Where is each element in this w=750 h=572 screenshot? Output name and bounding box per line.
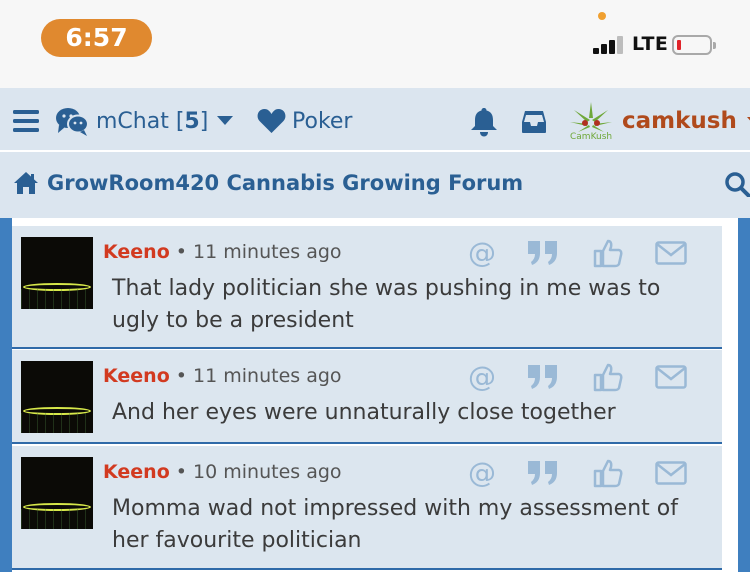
username-label: camkush bbox=[622, 108, 737, 134]
chat-message: Keeno • 11 minutes ago @ That lady polit… bbox=[12, 226, 722, 349]
message-text: That lady politician she was pushing in … bbox=[112, 276, 661, 333]
nav-bar: mChat [5] Poker CamKush camkush bbox=[0, 88, 750, 152]
chevron-down-icon bbox=[217, 116, 234, 125]
mail-icon[interactable] bbox=[655, 365, 687, 393]
message-time: 10 minutes ago bbox=[193, 461, 342, 483]
chat-message: Keeno • 10 minutes ago @ Momma wad not i… bbox=[12, 446, 722, 570]
message-time: 11 minutes ago bbox=[193, 365, 342, 387]
poker-link[interactable]: Poker bbox=[257, 108, 352, 134]
svg-text:@: @ bbox=[468, 238, 496, 268]
message-actions: @ bbox=[467, 360, 687, 396]
quote-icon[interactable] bbox=[527, 460, 559, 490]
bell-icon[interactable] bbox=[470, 107, 498, 137]
svg-text:@: @ bbox=[468, 362, 496, 392]
message-actions: @ bbox=[467, 236, 687, 272]
avatar[interactable] bbox=[21, 237, 93, 309]
thumbs-up-icon[interactable] bbox=[593, 458, 623, 492]
heart-icon bbox=[257, 109, 286, 133]
search-icon[interactable] bbox=[725, 172, 750, 197]
thumbs-up-icon[interactable] bbox=[593, 238, 623, 272]
mchat-button[interactable]: mChat [5] bbox=[55, 106, 234, 136]
mchat-bracket: ] bbox=[199, 108, 209, 134]
network-label: LTE bbox=[632, 33, 669, 55]
separator-dot: • bbox=[175, 241, 194, 263]
inbox-icon[interactable] bbox=[521, 110, 547, 134]
status-time[interactable]: 6:57 bbox=[41, 19, 152, 57]
message-username[interactable]: Keeno bbox=[103, 241, 170, 263]
mchat-count: 5 bbox=[184, 108, 200, 134]
avatar[interactable] bbox=[21, 457, 93, 529]
message-username[interactable]: Keeno bbox=[103, 461, 170, 483]
thumbs-up-icon[interactable] bbox=[593, 362, 623, 396]
quote-icon[interactable] bbox=[527, 364, 559, 394]
recording-indicator bbox=[598, 12, 606, 20]
menu-icon[interactable] bbox=[13, 110, 39, 132]
separator-dot: • bbox=[175, 461, 194, 483]
signal-icon bbox=[593, 36, 627, 54]
avatar[interactable] bbox=[21, 361, 93, 433]
forum-title-link[interactable]: GrowRoom420 Cannabis Growing Forum bbox=[47, 171, 523, 195]
separator-dot: • bbox=[175, 365, 194, 387]
message-text: Momma wad not impressed with my assessme… bbox=[112, 496, 678, 553]
svg-text:@: @ bbox=[468, 458, 496, 488]
mail-icon[interactable] bbox=[655, 241, 687, 269]
message-text: And her eyes were unnaturally close toge… bbox=[112, 400, 616, 425]
user-avatar-logo[interactable]: CamKush bbox=[568, 100, 614, 144]
message-time: 11 minutes ago bbox=[193, 241, 342, 263]
at-mention-icon[interactable]: @ bbox=[467, 360, 497, 396]
user-menu[interactable]: camkush bbox=[622, 108, 750, 134]
battery-icon bbox=[672, 35, 716, 55]
quote-icon[interactable] bbox=[527, 240, 559, 270]
home-icon[interactable] bbox=[13, 171, 39, 195]
at-mention-icon[interactable]: @ bbox=[467, 456, 497, 492]
status-bar: 6:57 LTE bbox=[0, 0, 750, 88]
message-actions: @ bbox=[467, 456, 687, 492]
logo-caption: CamKush bbox=[570, 132, 613, 142]
mail-icon[interactable] bbox=[655, 461, 687, 489]
at-mention-icon[interactable]: @ bbox=[467, 236, 497, 272]
poker-label: Poker bbox=[292, 108, 353, 134]
chat-message: Keeno • 11 minutes ago @ And her eyes we… bbox=[12, 350, 722, 444]
mchat-label: mChat [ bbox=[96, 108, 185, 134]
message-username[interactable]: Keeno bbox=[103, 365, 170, 387]
chat-icon bbox=[56, 108, 89, 136]
